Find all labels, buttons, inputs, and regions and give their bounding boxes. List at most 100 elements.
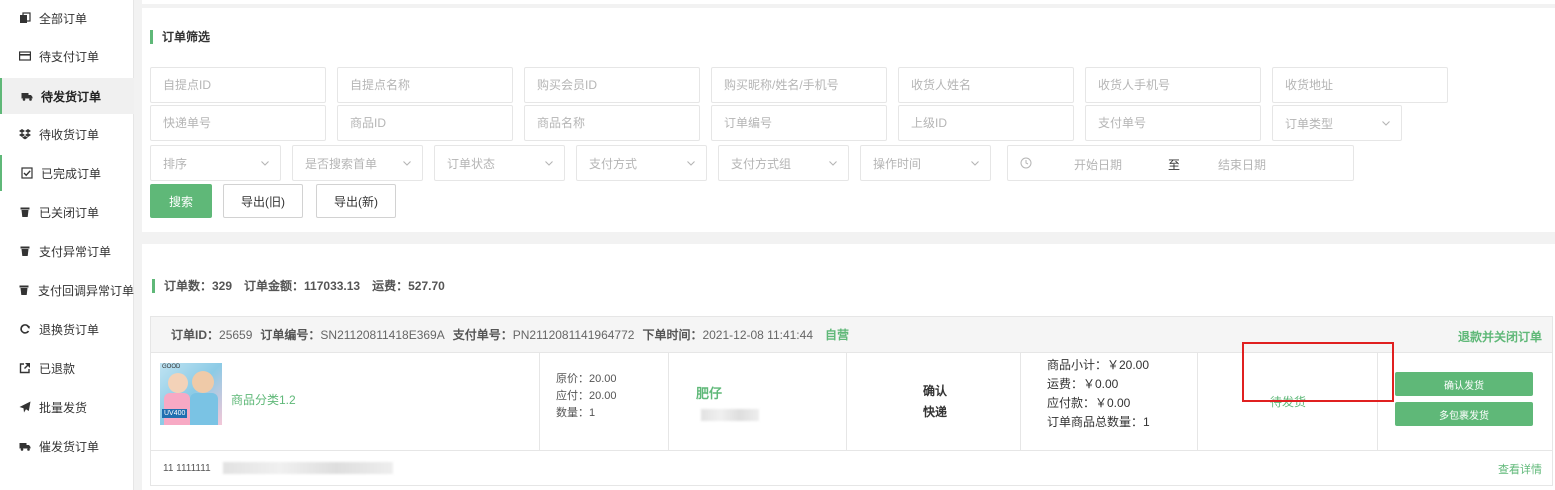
sidebar: 全部订单 待支付订单 待发货订单 待收货订单 已完成订单 已关闭订单 支付异常订… [0, 0, 134, 490]
member-id-input[interactable] [537, 78, 699, 92]
buyer-cell: 肥仔 [669, 353, 847, 451]
sidebar-item-pending-receipt[interactable]: 待收货订单 [0, 116, 134, 152]
tracking-no-input[interactable] [163, 116, 325, 130]
original-price: 原价：20.00 [556, 373, 617, 385]
status-cell: 待发货 [1198, 353, 1378, 451]
chevron-down-icon [545, 161, 553, 166]
sidebar-item-pending-payment[interactable]: 待支付订单 [0, 38, 134, 74]
sidebar-item-pending-shipment[interactable]: 待发货订单 [0, 78, 134, 114]
sidebar-item-urge-shipment[interactable]: 催发货订单 [0, 428, 134, 464]
view-details-link[interactable]: 查看详情 [1498, 461, 1542, 477]
blurred-phone [701, 409, 759, 421]
trash-icon [18, 244, 32, 258]
product-id-field[interactable] [337, 105, 513, 141]
order-no-input[interactable] [724, 116, 886, 130]
receiver-address-input[interactable] [1285, 78, 1447, 92]
refund-close-link[interactable]: 退款并关闭订单 [1458, 328, 1542, 345]
buyer-info-input[interactable] [724, 78, 886, 92]
filter-panel: 订单筛选 订单类型 排序 是否搜索首单 订单状态 支付方式 支付方式组 操作时间 [142, 8, 1555, 232]
blurred-address [223, 462, 393, 474]
sort-select[interactable]: 排序 [150, 145, 281, 181]
member-id-field[interactable] [524, 67, 700, 103]
product-id-input[interactable] [350, 116, 512, 130]
export-old-button[interactable]: 导出(旧) [223, 184, 303, 218]
date-separator: 至 [1168, 158, 1181, 172]
trash-icon [18, 283, 31, 297]
quantity: 数量：1 [556, 407, 596, 419]
operation-time-select[interactable]: 操作时间 [860, 145, 991, 181]
parent-id-input[interactable] [911, 116, 1073, 130]
sidebar-item-batch-ship[interactable]: 批量发货 [0, 389, 134, 425]
summary-accent-bar [152, 278, 155, 293]
sidebar-item-refunded[interactable]: 已退款 [0, 350, 134, 386]
product-name-field[interactable] [524, 105, 700, 141]
chevron-down-icon [1382, 121, 1390, 126]
receiver-phone-input[interactable] [1098, 78, 1260, 92]
order-amount: 订单金额：117033.13 [244, 279, 361, 293]
confirm-ship-button[interactable]: 确认发货 [1395, 372, 1533, 396]
order-summary: 订单数：329 订单金额：117033.13 运费：527.70 [152, 277, 457, 294]
pickup-id-input[interactable] [163, 78, 325, 92]
order-no-field[interactable] [711, 105, 887, 141]
pay-method-group-select[interactable]: 支付方式组 [718, 145, 849, 181]
external-link-icon [18, 361, 32, 375]
receiver-name-field[interactable] [898, 67, 1074, 103]
order-status-select[interactable]: 订单状态 [434, 145, 565, 181]
order-id: 25659 [219, 328, 253, 342]
copy-icon [18, 11, 32, 25]
product-name-input[interactable] [537, 116, 699, 130]
pay-no-field[interactable] [1085, 105, 1261, 141]
sidebar-item-payment-error[interactable]: 支付异常订单 [0, 233, 134, 269]
start-date[interactable]: 开始日期 [1074, 156, 1122, 173]
clock-icon [1020, 157, 1032, 169]
buyer-info-field[interactable] [711, 67, 887, 103]
search-button[interactable]: 搜索 [150, 184, 212, 218]
pickup-name-field[interactable] [337, 67, 513, 103]
pickup-id-field[interactable] [150, 67, 326, 103]
order-freight: 运费：527.70 [372, 279, 445, 293]
credit-card-icon [18, 49, 32, 63]
chevron-down-icon [261, 161, 269, 166]
sidebar-item-callback-error[interactable]: 支付回调异常订单 [0, 272, 134, 308]
title-accent-bar [150, 29, 153, 44]
payable-price: 应付：20.00 [556, 390, 617, 402]
order-count: 订单数：329 [164, 279, 233, 293]
order-no: SN21120811418E369A [320, 328, 445, 342]
multi-package-ship-button[interactable]: 多包裹发货 [1395, 402, 1533, 426]
sidebar-item-closed[interactable]: 已关闭订单 [0, 194, 134, 230]
filter-title: 订单筛选 [150, 28, 210, 45]
first-order-select[interactable]: 是否搜索首单 [292, 145, 423, 181]
amount-cell: 商品小计：￥20.00 运费：￥0.00 应付款：￥0.00 订单商品总数量：1 [1021, 353, 1198, 451]
sidebar-item-completed[interactable]: 已完成订单 [0, 155, 134, 191]
chevron-down-icon [687, 161, 695, 166]
price-cell: 原价：20.00 应付：20.00 数量：1 [540, 353, 669, 451]
product-name[interactable]: 商品分类1.2 [231, 391, 296, 408]
refresh-icon [18, 322, 32, 336]
pay-no: PN2112081141964772 [512, 328, 635, 342]
end-date[interactable]: 结束日期 [1218, 156, 1266, 173]
receiver-name-input[interactable] [911, 78, 1073, 92]
pay-method-select[interactable]: 支付方式 [576, 145, 707, 181]
order-header: 订单ID：25659 订单编号：SN21120811418E369A 支付单号：… [151, 317, 1552, 353]
product-thumbnail[interactable]: GOOD UV400 [160, 363, 222, 425]
chevron-down-icon [403, 161, 411, 166]
chevron-down-icon [971, 161, 979, 166]
order-type-select[interactable]: 订单类型 [1272, 105, 1402, 141]
self-operated-tag: 自营 [825, 328, 850, 342]
receiver-address-field[interactable] [1272, 67, 1448, 103]
export-new-button[interactable]: 导出(新) [316, 184, 396, 218]
sidebar-item-all-orders[interactable]: 全部订单 [0, 0, 134, 36]
pay-no-input[interactable] [1098, 116, 1260, 130]
parent-id-field[interactable] [898, 105, 1074, 141]
chevron-down-icon [829, 161, 837, 166]
date-range-picker[interactable]: 开始日期 至 结束日期 [1007, 145, 1354, 181]
order-footer: 11 1111111 查看详情 [151, 451, 1552, 485]
receiver-phone-field[interactable] [1085, 67, 1261, 103]
pickup-name-input[interactable] [350, 78, 512, 92]
tracking-no-field[interactable] [150, 105, 326, 141]
sidebar-item-returns[interactable]: 退换货订单 [0, 311, 134, 347]
ship-confirm-text: 确认 [923, 384, 948, 398]
product-cell: GOOD UV400 商品分类1.2 [151, 353, 540, 451]
buyer-name[interactable]: 肥仔 [696, 383, 722, 402]
ship-method-text: 快递 [923, 405, 948, 419]
